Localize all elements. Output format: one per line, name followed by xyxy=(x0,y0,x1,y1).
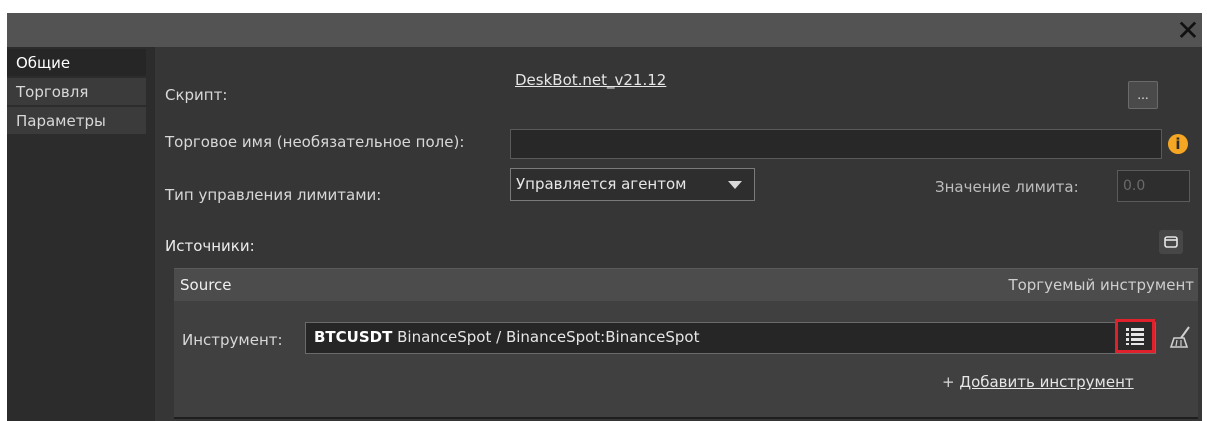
add-instrument-plus: + xyxy=(942,373,960,391)
instrument-list-button[interactable] xyxy=(1115,319,1155,353)
title-bar: ✕ xyxy=(7,13,1202,47)
tab-trading[interactable]: Торговля xyxy=(7,78,146,106)
general-panel: Скрипт: DeskBot.net_v21.12 ... Торговое … xyxy=(155,47,1202,421)
limit-type-label: Тип управления лимитами: xyxy=(165,186,382,204)
instrument-description: BinanceSpot / BinanceSpot:BinanceSpot xyxy=(392,328,700,346)
sources-table-row: Инструмент: BTCUSDT BinanceSpot / Binanc… xyxy=(174,301,1198,419)
settings-window: ✕ Общие Торговля Параметры Скрипт: DeskB… xyxy=(7,13,1202,421)
tab-general[interactable]: Общие xyxy=(7,49,146,77)
tab-parameters[interactable]: Параметры xyxy=(7,107,146,135)
table-bottom-border xyxy=(174,417,1198,419)
trade-name-label: Торговое имя (необязательное поле): xyxy=(165,133,465,151)
collapse-icon[interactable] xyxy=(1158,229,1184,255)
chevron-down-icon[interactable] xyxy=(728,181,742,189)
instrument-symbol: BTCUSDT xyxy=(314,328,393,346)
limit-type-select[interactable]: Управляется агентом xyxy=(510,168,755,201)
column-traded-instrument: Торгуемый инструмент xyxy=(1008,276,1194,294)
limit-value-input[interactable]: 0.0 xyxy=(1117,170,1190,202)
instrument-field[interactable]: BTCUSDT BinanceSpot / BinanceSpot:Binanc… xyxy=(305,322,1156,354)
close-icon[interactable]: ✕ xyxy=(1174,17,1202,45)
list-icon xyxy=(1126,328,1144,345)
limit-type-value: Управляется агентом xyxy=(516,175,687,193)
trade-name-input[interactable] xyxy=(510,129,1162,159)
limit-value-label: Значение лимита: xyxy=(935,178,1079,196)
info-icon[interactable]: i xyxy=(1168,134,1188,154)
script-label: Скрипт: xyxy=(165,86,228,104)
sidebar: Общие Торговля Параметры xyxy=(7,47,155,421)
column-source: Source xyxy=(180,276,232,294)
browse-button[interactable]: ... xyxy=(1128,81,1158,109)
sources-table-header: Source Торгуемый инструмент xyxy=(174,268,1198,301)
add-instrument-row: + Добавить инструмент xyxy=(942,373,1134,391)
script-link[interactable]: DeskBot.net_v21.12 xyxy=(515,71,666,89)
clear-icon[interactable] xyxy=(1168,324,1194,350)
instrument-label: Инструмент: xyxy=(182,331,283,349)
sources-label: Источники: xyxy=(165,237,255,255)
add-instrument-link[interactable]: Добавить инструмент xyxy=(959,373,1133,391)
limit-value-placeholder: 0.0 xyxy=(1123,178,1146,194)
